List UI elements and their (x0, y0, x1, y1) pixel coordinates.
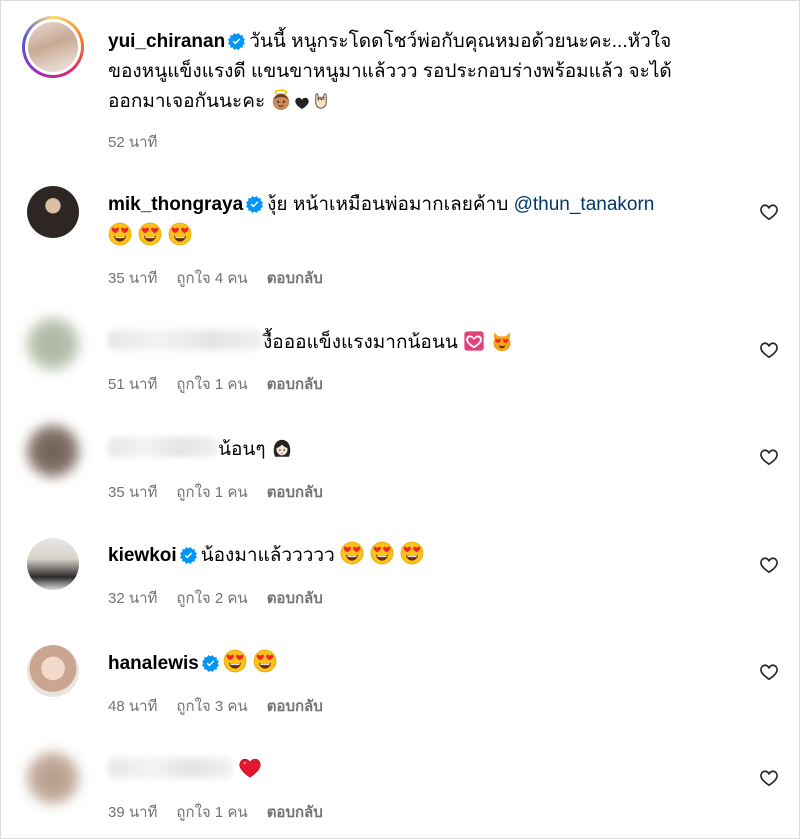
comment-time: 35 นาที (108, 270, 158, 287)
blurred-username (108, 758, 233, 778)
verified-badge-icon (246, 196, 263, 213)
caption-line-1: วันนี้ หนูกระโดดโชว์พ่อกับคุณหมอด้วยนะคะ… (249, 31, 672, 52)
caption-line-3: ออกมาเจอกันนะคะ (108, 91, 266, 112)
reply-button[interactable]: ตอบกลับ (267, 698, 323, 715)
comment-text: งุ้ย หน้าเหมือนพ่อมากเลยค้าบ (267, 194, 509, 215)
avatar[interactable] (27, 538, 79, 590)
black-heart-emoji-icon (294, 95, 310, 111)
comment-likes[interactable]: ถูกใจ 1 คน (176, 376, 247, 393)
like-heart-icon[interactable] (759, 555, 779, 575)
comment-time: 51 นาที (108, 376, 158, 393)
avatar[interactable] (27, 425, 79, 477)
heart-eyes-emoji-icon (340, 541, 364, 565)
comment-text: งื้อออแข็งแรงมากน้อนน (263, 332, 458, 353)
post-time: 52 นาที (108, 134, 158, 151)
blurred-username (108, 437, 218, 457)
comment-time: 39 นาที (108, 804, 158, 821)
comment-text: น้องมาแล้ววววว (200, 545, 335, 566)
reply-button[interactable]: ตอบกลับ (267, 804, 323, 821)
girl-face-emoji-icon (271, 437, 293, 459)
verified-badge-icon (180, 547, 197, 564)
heart-eyes-emoji-icon (223, 649, 247, 673)
blurred-username (108, 330, 263, 350)
post-author-avatar[interactable] (22, 16, 84, 78)
comment-likes[interactable]: ถูกใจ 3 คน (176, 698, 247, 715)
comment-text: น้อนๆ (218, 439, 266, 460)
heart-eyes-emoji-icon (370, 541, 394, 565)
cat-heart-eyes-emoji-icon (491, 330, 513, 352)
reply-button[interactable]: ตอบกลับ (267, 590, 323, 607)
verified-badge-icon (228, 33, 245, 50)
rock-on-hand-emoji-icon (312, 91, 330, 111)
reply-button[interactable]: ตอบกลับ (267, 376, 323, 393)
heart-eyes-emoji-icon (138, 222, 162, 246)
heart-eyes-emoji-icon (168, 222, 192, 246)
post-author-username[interactable]: yui_chiranan (108, 31, 225, 52)
like-heart-icon[interactable] (759, 202, 779, 222)
heart-eyes-emoji-icon (400, 541, 424, 565)
like-heart-icon[interactable] (759, 340, 779, 360)
mention-link[interactable]: @thun_tanakorn (514, 194, 655, 215)
baby-angel-emoji-icon (270, 89, 292, 111)
like-heart-icon[interactable] (759, 662, 779, 682)
avatar[interactable] (27, 186, 79, 238)
verified-badge-icon (202, 655, 219, 672)
like-heart-icon[interactable] (759, 768, 779, 788)
comment-time: 35 นาที (108, 484, 158, 501)
avatar[interactable] (27, 752, 79, 804)
comment-likes[interactable]: ถูกใจ 4 คน (176, 270, 247, 287)
red-heart-emoji-icon (238, 756, 262, 780)
comment-username[interactable]: mik_thongraya (108, 194, 243, 215)
comment-username[interactable]: kiewkoi (108, 545, 177, 566)
avatar[interactable] (27, 318, 79, 370)
comment-likes[interactable]: ถูกใจ 1 คน (176, 804, 247, 821)
comment-likes[interactable]: ถูกใจ 1 คน (176, 484, 247, 501)
avatar[interactable] (27, 645, 79, 697)
comment-time: 48 นาที (108, 698, 158, 715)
like-heart-icon[interactable] (759, 447, 779, 467)
reply-button[interactable]: ตอบกลับ (267, 270, 323, 287)
comment-time: 32 นาที (108, 590, 158, 607)
caption-line-2: ของหนูแข็งแรงดี แขนขาหนูมาแล้ววว รอประกอ… (108, 61, 672, 82)
comment-likes[interactable]: ถูกใจ 2 คน (176, 590, 247, 607)
heart-eyes-emoji-icon (253, 649, 277, 673)
reply-button[interactable]: ตอบกลับ (267, 484, 323, 501)
comment-username[interactable]: hanalewis (108, 653, 199, 674)
heart-eyes-emoji-icon (108, 222, 132, 246)
heart-box-emoji-icon (463, 330, 485, 352)
